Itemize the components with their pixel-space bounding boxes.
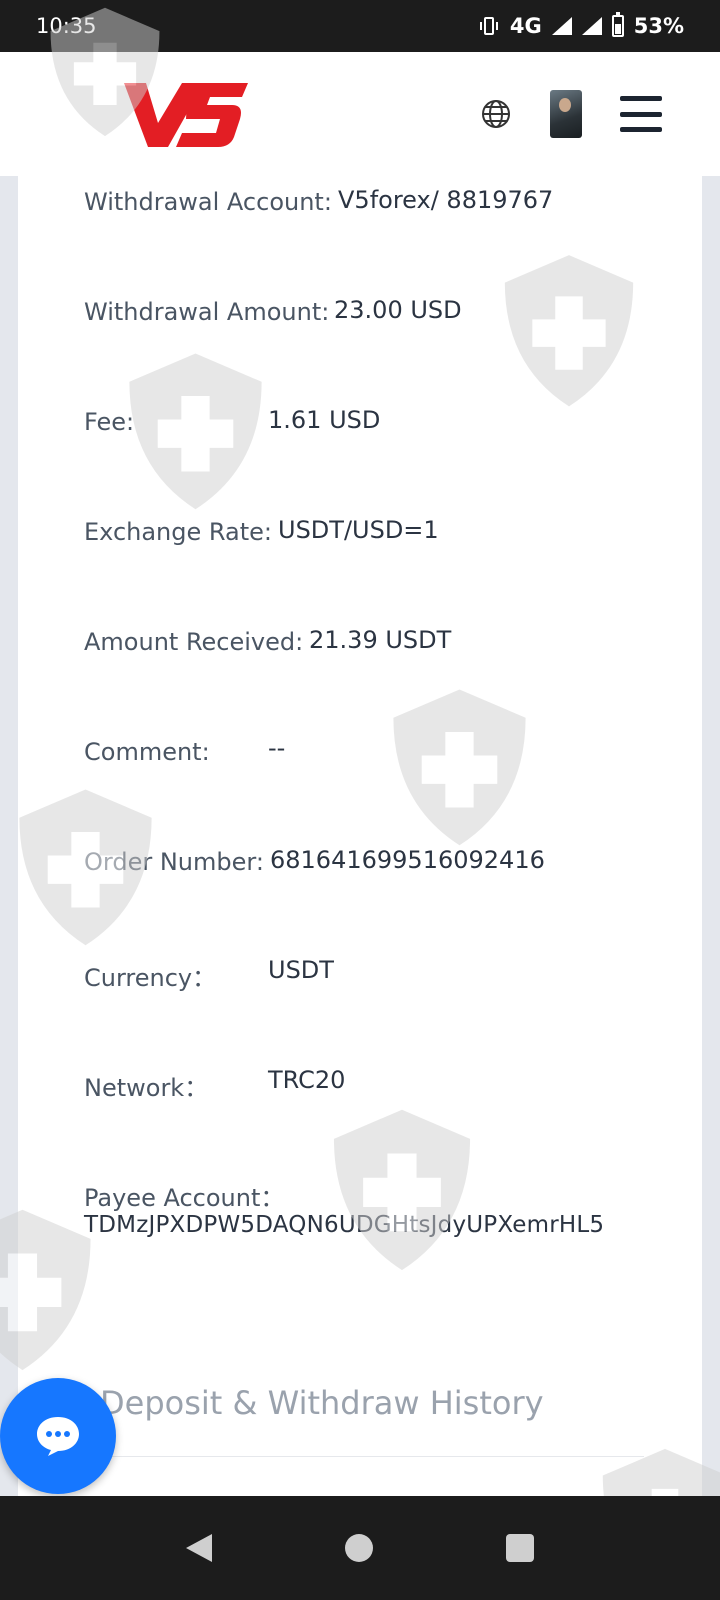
detail-value: USDT	[268, 956, 334, 984]
network-type: 4G	[509, 14, 542, 38]
chat-bubble-icon	[37, 1417, 79, 1456]
home-icon[interactable]	[344, 1534, 373, 1562]
status-bar: 10:35 4G 53%	[0, 0, 720, 52]
detail-label: Withdrawal Amount:	[84, 298, 330, 326]
detail-row-order-number: Order Number: 681641699516092416	[84, 846, 672, 876]
detail-row-comment: Comment: --	[84, 734, 672, 766]
header-actions	[480, 90, 662, 138]
detail-label: Currency：	[84, 964, 217, 992]
divider	[84, 1456, 644, 1457]
detail-label: Exchange Rate:	[84, 518, 273, 546]
detail-value: V5forex/ 8819767	[338, 186, 554, 214]
detail-value: 21.39 USDT	[309, 626, 452, 654]
app-header	[0, 52, 720, 176]
detail-label: Comment:	[84, 738, 210, 766]
detail-row-amount-received: Amount Received: 21.39 USDT	[84, 626, 672, 656]
detail-row-fee: Fee: 1.61 USD	[84, 406, 672, 436]
detail-row-payee-account: Payee Account：	[84, 1178, 672, 1213]
detail-value: 23.00 USD	[334, 296, 462, 324]
status-time: 10:35	[36, 14, 97, 38]
signal-icon	[551, 17, 572, 35]
detail-row-network: Network： TRC20	[84, 1066, 672, 1103]
withdrawal-details-card: Withdrawal Account: V5forex/ 8819767 Wit…	[18, 176, 702, 1496]
detail-value: USDT/USD=1	[278, 516, 439, 544]
detail-row-withdrawal-amount: Withdrawal Amount: 23.00 USD	[84, 296, 672, 326]
chat-button[interactable]	[0, 1378, 116, 1494]
detail-label: Network：	[84, 1074, 209, 1102]
detail-value: TRC20	[268, 1066, 346, 1094]
detail-row-withdrawal-account: Withdrawal Account: V5forex/ 8819767	[84, 186, 672, 216]
globe-icon[interactable]	[480, 98, 512, 130]
battery-percent: 53%	[633, 14, 684, 38]
vibrate-icon	[479, 17, 498, 35]
detail-label: Payee Account：	[84, 1184, 285, 1212]
payee-account-value: TDMzJPXDPW5DAQN6UDGHtsJdyUPXemrHL5	[84, 1212, 605, 1238]
detail-label: Withdrawal Account:	[84, 188, 332, 216]
detail-label: Order Number:	[84, 848, 264, 876]
v5-logo[interactable]	[124, 77, 248, 151]
deposit-withdraw-history-title[interactable]: Deposit & Withdraw History	[100, 1384, 544, 1422]
avatar[interactable]	[550, 90, 582, 138]
back-icon[interactable]	[186, 1534, 213, 1562]
detail-row-exchange-rate: Exchange Rate: USDT/USD=1	[84, 516, 672, 546]
detail-value: --	[268, 734, 286, 762]
battery-icon	[611, 12, 624, 37]
menu-icon[interactable]	[620, 96, 662, 132]
system-nav-bar	[0, 1496, 720, 1600]
detail-value: 681641699516092416	[270, 846, 545, 874]
detail-label: Amount Received:	[84, 628, 304, 656]
detail-row-currency: Currency： USDT	[84, 956, 672, 993]
detail-value: 1.61 USD	[268, 406, 381, 434]
signal-icon-2	[581, 17, 602, 35]
recents-icon[interactable]	[505, 1534, 534, 1562]
detail-label: Fee:	[84, 408, 135, 436]
status-icons: 4G 53%	[478, 12, 684, 38]
